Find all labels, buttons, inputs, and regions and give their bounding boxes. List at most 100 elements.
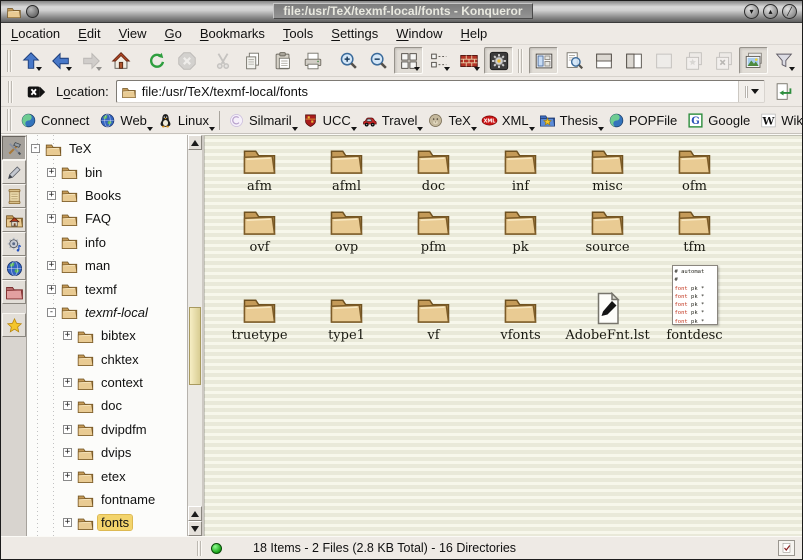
- tree-item-man[interactable]: + man: [27, 254, 187, 277]
- tree-expander[interactable]: +: [47, 214, 56, 223]
- bookmark-thesis[interactable]: Thesis: [535, 110, 604, 131]
- icon-adobefnt-lst[interactable]: AdobeFnt.lst: [564, 292, 651, 343]
- toolbar-brick-view[interactable]: [454, 47, 483, 74]
- titlebar[interactable]: file:/usr/TeX/texmf-local/fonts - Konque…: [1, 1, 802, 23]
- toolbar-forward[interactable]: [76, 47, 105, 74]
- location-toolbar-drag-handle[interactable]: [8, 81, 14, 103]
- tree-expander[interactable]: -: [47, 308, 56, 317]
- go-button[interactable]: [769, 78, 798, 105]
- bookmark-travel[interactable]: Travel: [357, 110, 424, 131]
- toolbar-reload[interactable]: [142, 47, 171, 74]
- bookmark-popfile[interactable]: POPFile: [604, 110, 683, 131]
- icon-type1[interactable]: type1: [303, 292, 390, 343]
- bookmark-silmaril[interactable]: Silmaril: [224, 110, 298, 131]
- tree-item-tex[interactable]: - TeX: [27, 137, 187, 160]
- window-button-close[interactable]: ╱: [782, 4, 797, 19]
- toolbar-filter[interactable]: [769, 47, 798, 74]
- tree-item-books[interactable]: + Books: [27, 184, 187, 207]
- icon-afm[interactable]: afm: [216, 143, 303, 194]
- toolbar-copy[interactable]: [238, 47, 267, 74]
- menu-edit[interactable]: Edit: [78, 26, 100, 41]
- menu-bookmarks[interactable]: Bookmarks: [200, 26, 265, 41]
- tree-item-texmf-local[interactable]: - texmf-local: [27, 301, 187, 324]
- tree-expander[interactable]: +: [63, 425, 72, 434]
- tree-item-fontname[interactable]: fontname: [27, 488, 187, 511]
- menu-window[interactable]: Window: [396, 26, 442, 41]
- tree-expander[interactable]: +: [47, 285, 56, 294]
- window-button-maximize[interactable]: ▴: [763, 4, 778, 19]
- bookmark-web[interactable]: Web: [95, 110, 153, 131]
- toolbar-list-view[interactable]: [424, 47, 453, 74]
- clear-location-button[interactable]: [21, 78, 50, 105]
- sidebar-tab-services[interactable]: [2, 232, 26, 256]
- tree-item-bibtex[interactable]: + bibtex: [27, 324, 187, 347]
- icon-ovf[interactable]: ovf: [216, 204, 303, 255]
- toolbar-icon-view[interactable]: [394, 47, 423, 74]
- tree-item-context[interactable]: + context: [27, 371, 187, 394]
- tree-item-info[interactable]: info: [27, 231, 187, 254]
- icon-truetype[interactable]: truetype: [216, 292, 303, 343]
- tree-item-etex[interactable]: + etex: [27, 464, 187, 487]
- toolbar-new-tab[interactable]: [679, 47, 708, 74]
- bookmark-xml[interactable]: XML: [477, 110, 535, 131]
- toolbar-home[interactable]: [106, 47, 135, 74]
- tree-item-bin[interactable]: + bin: [27, 160, 187, 183]
- toolbar-stop[interactable]: [172, 47, 201, 74]
- sidebar-tab-home-folder[interactable]: [2, 208, 26, 232]
- toolbar-zoom-out[interactable]: [364, 47, 393, 74]
- tree-item-doc[interactable]: + doc: [27, 394, 187, 417]
- menu-go[interactable]: Go: [165, 26, 182, 41]
- tree-expander[interactable]: +: [47, 168, 56, 177]
- menu-location[interactable]: Location: [11, 26, 60, 41]
- sidebar-tab-system-tools[interactable]: [2, 136, 26, 160]
- location-dropdown-button[interactable]: [738, 81, 764, 102]
- icon-pk[interactable]: pk: [477, 204, 564, 255]
- bookmark-linux[interactable]: Linux: [153, 110, 215, 131]
- toolbar-find-file[interactable]: [559, 47, 588, 74]
- location-input[interactable]: file:/usr/TeX/texmf-local/fonts: [116, 80, 765, 103]
- bookmark-connect[interactable]: Connect: [16, 110, 95, 131]
- icon-source[interactable]: source: [564, 204, 651, 255]
- sidebar-tab-root-folder[interactable]: [2, 280, 26, 304]
- tree-expander[interactable]: +: [47, 261, 56, 270]
- tree-expander[interactable]: +: [63, 448, 72, 457]
- folder-icon-view[interactable]: afm afml doc inf misc: [204, 135, 802, 536]
- icon-inf[interactable]: inf: [477, 143, 564, 194]
- icon-ovp[interactable]: ovp: [303, 204, 390, 255]
- toolbar-back[interactable]: [46, 47, 75, 74]
- tree-expander[interactable]: +: [63, 331, 72, 340]
- window-button-minimize[interactable]: ▾: [744, 4, 759, 19]
- toolbar-close-tab[interactable]: [709, 47, 738, 74]
- icon-vfonts[interactable]: vfonts: [477, 292, 564, 343]
- scroll-down-button[interactable]: [188, 521, 202, 536]
- sidebar-tab-history-scroll[interactable]: [2, 184, 26, 208]
- scroll-up-button[interactable]: [188, 135, 202, 150]
- status-page-check-button[interactable]: [778, 540, 795, 556]
- bookmark-wikipedia[interactable]: Wikipedia: [756, 110, 803, 131]
- toolbar-split-view-top-bottom[interactable]: [589, 47, 618, 74]
- toolbar-drag-handle[interactable]: [7, 50, 13, 72]
- tree-expander[interactable]: +: [63, 378, 72, 387]
- tree-item-fonts[interactable]: + fonts: [27, 511, 187, 534]
- icon-misc[interactable]: misc: [564, 143, 651, 194]
- icon-vf[interactable]: vf: [390, 292, 477, 343]
- bookmarks-drag-handle[interactable]: [7, 109, 13, 131]
- statusbar-handle[interactable]: [197, 541, 202, 556]
- toolbar-paste[interactable]: [268, 47, 297, 74]
- toolbar-image-gallery[interactable]: [739, 47, 768, 74]
- icon-ofm[interactable]: ofm: [651, 143, 738, 194]
- bookmark-google[interactable]: Google: [683, 110, 756, 131]
- tree-expander[interactable]: +: [63, 518, 72, 527]
- icon-doc[interactable]: doc: [390, 143, 477, 194]
- toolbar-split-view-left-right[interactable]: [619, 47, 648, 74]
- sidebar-tab-bookmarks[interactable]: [2, 313, 26, 337]
- bookmark-tex[interactable]: TeX: [423, 110, 476, 131]
- tree-item-dvipdfm[interactable]: + dvipdfm: [27, 418, 187, 441]
- toolbar-remove-view[interactable]: [649, 47, 678, 74]
- toolbar-up[interactable]: [16, 47, 45, 74]
- toolbar-zoom-in[interactable]: [334, 47, 363, 74]
- tree-expander[interactable]: -: [31, 144, 40, 153]
- toolbar-cut[interactable]: [208, 47, 237, 74]
- icon-afml[interactable]: afml: [303, 143, 390, 194]
- sidebar-tab-pen[interactable]: [2, 160, 26, 184]
